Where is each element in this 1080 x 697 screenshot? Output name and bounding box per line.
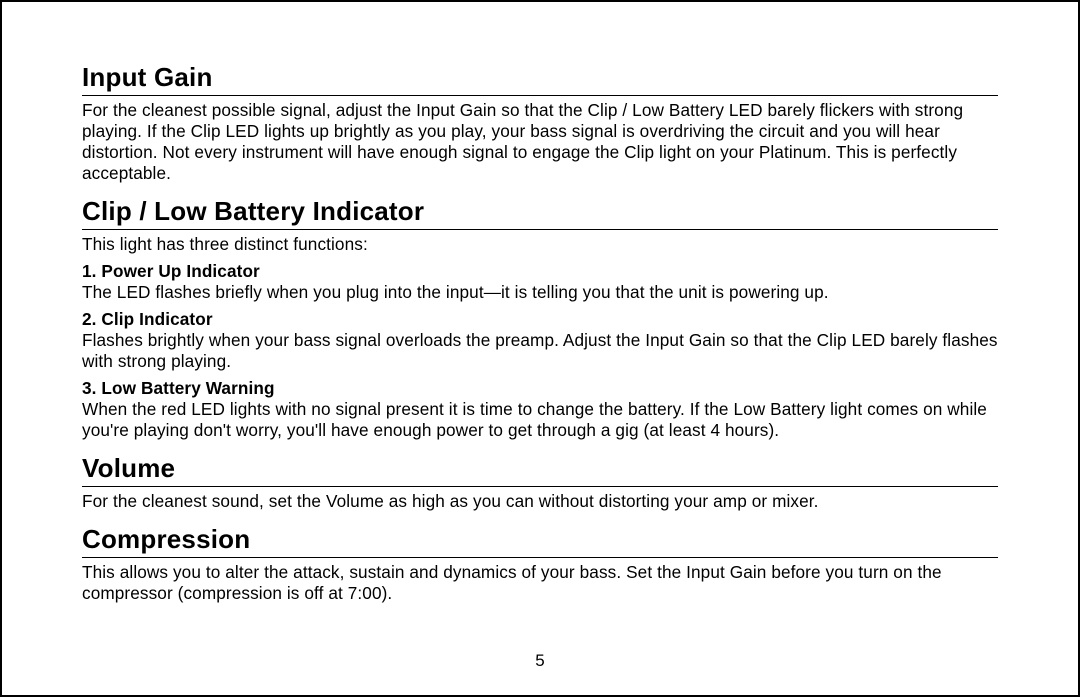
heading-input-gain: Input Gain (82, 62, 998, 96)
body-input-gain: For the cleanest possible signal, adjust… (82, 100, 998, 184)
page-number: 5 (2, 651, 1078, 671)
intro-clip-low-battery: This light has three distinct functions: (82, 234, 998, 255)
subheading-clip: 2. Clip Indicator (82, 309, 998, 330)
heading-volume: Volume (82, 453, 998, 487)
body-low-battery: When the red LED lights with no signal p… (82, 399, 998, 441)
subheading-low-battery: 3. Low Battery Warning (82, 378, 998, 399)
heading-compression: Compression (82, 524, 998, 558)
body-power-up: The LED flashes briefly when you plug in… (82, 282, 998, 303)
body-clip: Flashes brightly when your bass signal o… (82, 330, 998, 372)
subheading-power-up: 1. Power Up Indicator (82, 261, 998, 282)
body-compression: This allows you to alter the attack, sus… (82, 562, 998, 604)
manual-page: Input Gain For the cleanest possible sig… (0, 0, 1080, 697)
heading-clip-low-battery: Clip / Low Battery Indicator (82, 196, 998, 230)
body-volume: For the cleanest sound, set the Volume a… (82, 491, 998, 512)
